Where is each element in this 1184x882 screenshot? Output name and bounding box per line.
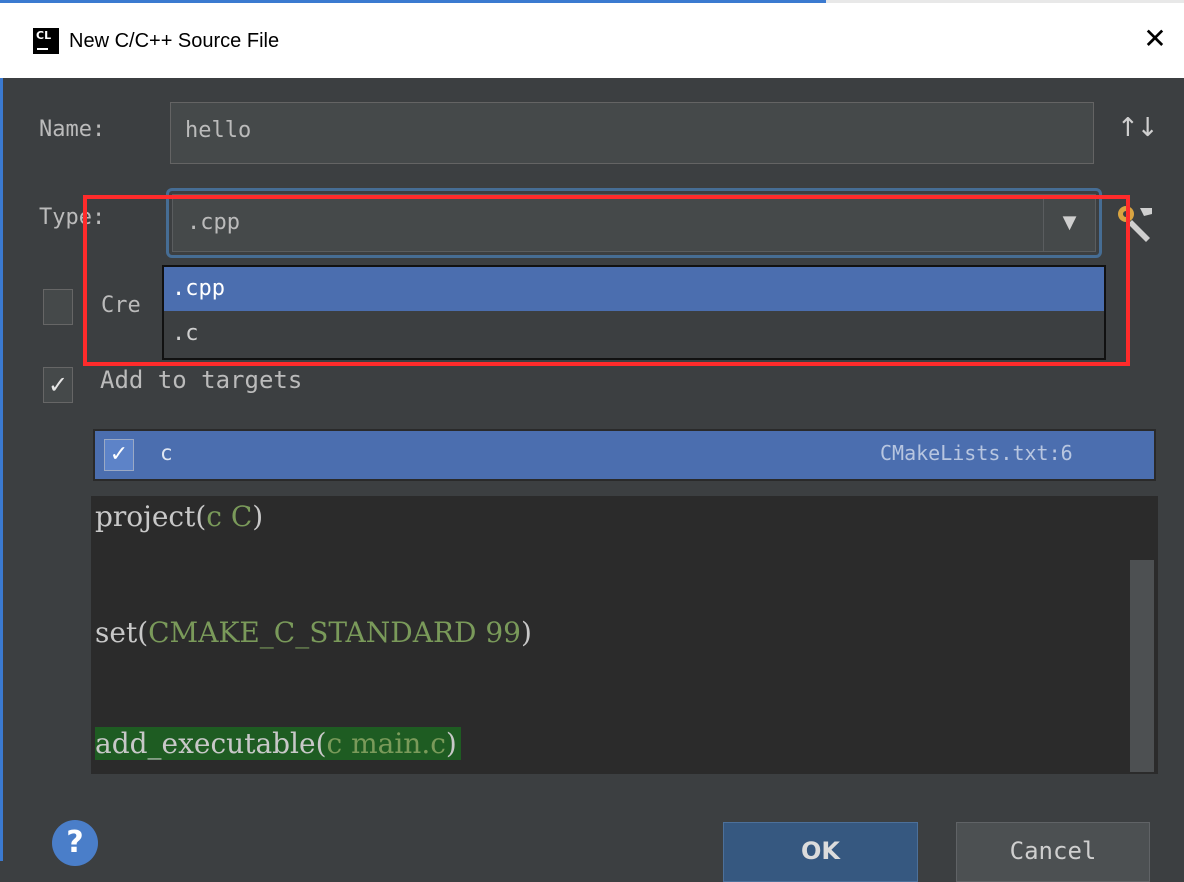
code-func: set( [95,616,149,649]
clion-app-icon: CL [33,28,59,54]
chevron-down-icon[interactable]: ▼ [1043,195,1095,251]
close-icon[interactable]: ✕ [1140,24,1170,54]
type-select[interactable]: .cpp [172,194,1096,252]
dropdown-option-cpp[interactable]: .cpp [164,267,1104,311]
code-close: ) [252,500,264,533]
code-args: c C [206,500,253,533]
create-header-label: Cre [101,293,141,318]
app-icon-bar [37,48,48,50]
target-checkbox[interactable]: ✓ [104,439,134,471]
target-name: c [160,441,173,465]
ok-button[interactable]: OK [723,822,918,882]
code-line: set(CMAKE_C_STANDARD 99) [95,616,532,649]
window-border [0,78,3,861]
add-to-targets-label: Add to targets [100,366,303,394]
code-func: add_executable( [95,727,327,760]
code-close: ) [521,616,532,649]
dropdown-option-c[interactable]: .c [164,312,1104,356]
target-file: CMakeLists.txt:6 [880,441,1073,465]
code-line: project(c C) [95,500,263,533]
title-bar-strip [826,0,1184,3]
add-to-targets-checkbox[interactable]: ✓ [43,367,73,403]
cancel-button[interactable]: Cancel [956,822,1150,882]
sort-icon[interactable]: ↑↓ [1117,113,1159,143]
type-dropdown-list: .cpp .c [162,265,1106,360]
create-header-checkbox[interactable] [43,289,73,325]
code-func: project( [95,500,207,533]
code-scrollbar[interactable] [1130,560,1154,772]
type-label: Type: [39,205,106,230]
code-args: c main.c [326,727,446,760]
code-args: CMAKE_C_STANDARD 99 [148,616,521,649]
help-icon[interactable]: ? [52,820,98,866]
window-title: New C/C++ Source File [69,30,280,52]
wrench-icon[interactable] [1112,200,1158,246]
name-input[interactable]: hello [170,102,1094,164]
code-close: ) [445,727,457,760]
app-icon-text: CL [36,29,52,42]
name-label: Name: [39,117,106,142]
code-line-highlighted: add_executable(c main.c) [95,727,461,760]
